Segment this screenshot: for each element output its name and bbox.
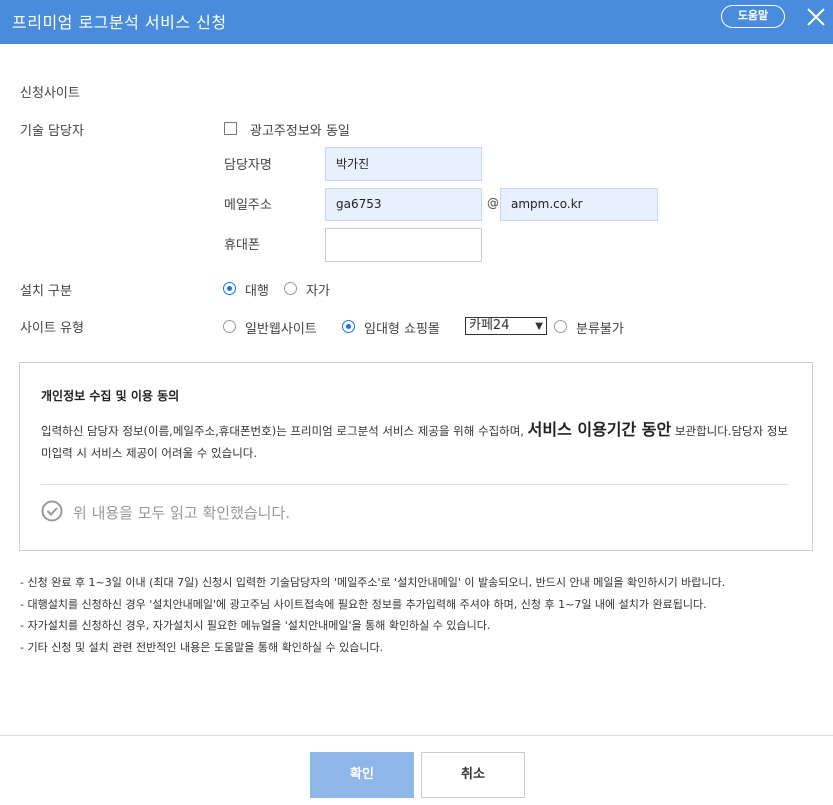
ok-button[interactable]: 확인 bbox=[310, 752, 414, 798]
install-self-label: 자가 bbox=[306, 284, 330, 299]
cancel-button[interactable]: 취소 bbox=[421, 752, 525, 798]
install-self-radio[interactable] bbox=[284, 282, 297, 295]
mall-select-value: 카페24 bbox=[469, 318, 510, 333]
dialog-title: 프리미엄 로그분석 서비스 신청 bbox=[12, 13, 227, 32]
email-domain-input[interactable]: ampm.co.kr bbox=[500, 188, 658, 221]
consent-confirm-label[interactable]: 위 내용을 모두 읽고 확인했습니다. bbox=[73, 502, 290, 523]
site-label: 신청사이트 bbox=[20, 86, 80, 101]
email-at-sign: @ bbox=[487, 196, 499, 210]
site-type-general-radio[interactable] bbox=[223, 320, 236, 333]
same-as-advertiser-checkbox[interactable] bbox=[224, 122, 237, 135]
name-input[interactable]: 박가진 bbox=[325, 147, 482, 181]
same-as-advertiser-label: 광고주정보와 동일 bbox=[250, 124, 350, 139]
divider bbox=[41, 484, 789, 485]
phone-label: 휴대폰 bbox=[224, 238, 260, 253]
note-item: - 대행설치를 신청하신 경우 '설치안내메일'에 광고주님 사이트접속에 필요… bbox=[20, 597, 707, 611]
note-item: - 기타 신청 및 설치 관련 전반적인 내용은 도움말을 통해 확인하실 수 … bbox=[20, 640, 384, 654]
mall-select[interactable]: 카페24 ▼ bbox=[465, 317, 547, 335]
dialog-titlebar: 프리미엄 로그분석 서비스 신청 도움말 bbox=[0, 0, 833, 44]
note-item: - 신청 완료 후 1~3일 이내 (최대 7일) 신청시 입력한 기술담당자의… bbox=[20, 576, 726, 589]
phone-input[interactable] bbox=[325, 228, 482, 262]
name-label: 담당자명 bbox=[224, 158, 272, 173]
site-type-unclassified-label: 분류불가 bbox=[576, 322, 624, 337]
notes-list: - 신청 완료 후 1~3일 이내 (최대 7일) 신청시 입력한 기술담당자의… bbox=[20, 572, 820, 658]
site-type-general-label: 일반웹사이트 bbox=[245, 322, 317, 337]
site-field[interactable] bbox=[211, 76, 469, 104]
consent-highlight: 서비스 이용기간 동안 bbox=[527, 420, 672, 439]
consent-panel: 개인정보 수집 및 이용 동의 입력하신 담당자 정보(이름,메일주소,휴대폰번… bbox=[19, 362, 813, 551]
chevron-down-icon: ▼ bbox=[535, 321, 543, 332]
close-icon[interactable] bbox=[803, 4, 829, 30]
site-type-rental-label: 임대형 쇼핑몰 bbox=[364, 322, 440, 337]
email-label: 메일주소 bbox=[224, 198, 272, 213]
install-agency-label: 대행 bbox=[245, 284, 269, 299]
check-circle-icon[interactable] bbox=[41, 500, 63, 522]
install-agency-radio[interactable] bbox=[223, 282, 236, 295]
note-item: - 자가설치를 신청하신 경우, 자가설치시 필요한 메뉴얼을 '설치안내메일'… bbox=[20, 619, 491, 632]
consent-text-1: 입력하신 담당자 정보(이름,메일주소,휴대폰번호)는 프리미엄 로그분석 서비… bbox=[41, 424, 528, 438]
site-type-unclassified-radio[interactable] bbox=[554, 320, 567, 333]
help-button[interactable]: 도움말 bbox=[721, 5, 785, 28]
install-type-label: 설치 구분 bbox=[20, 284, 72, 299]
email-id-input[interactable]: ga6753 bbox=[325, 188, 482, 221]
consent-title: 개인정보 수집 및 이용 동의 bbox=[41, 389, 180, 403]
footer-divider bbox=[0, 735, 833, 736]
consent-body: 입력하신 담당자 정보(이름,메일주소,휴대폰번호)는 프리미엄 로그분석 서비… bbox=[41, 419, 801, 464]
site-type-rental-radio[interactable] bbox=[342, 320, 355, 333]
tech-contact-label: 기술 담당자 bbox=[20, 124, 84, 139]
site-type-label: 사이트 유형 bbox=[20, 321, 84, 336]
